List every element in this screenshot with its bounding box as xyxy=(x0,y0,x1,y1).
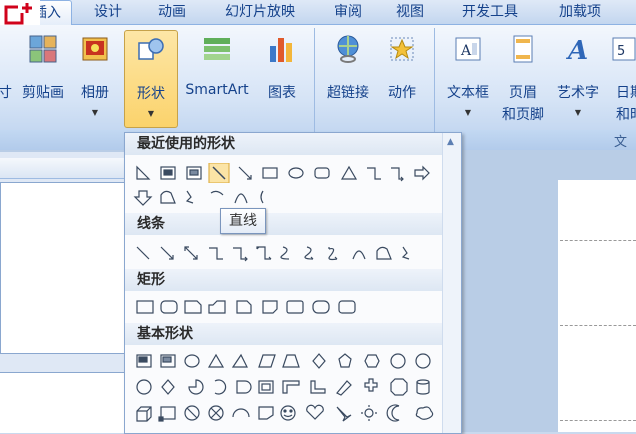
action-button[interactable]: 动作 xyxy=(380,30,424,126)
textbox-button[interactable]: A 文本框 ▼ xyxy=(440,30,496,126)
date-time-button[interactable]: 5 日期 和时 xyxy=(610,30,636,126)
header-footer-label: 页眉 xyxy=(509,85,537,101)
tab-review[interactable]: 审阅 xyxy=(324,0,372,24)
rectangle-shapes-row xyxy=(133,297,393,317)
clipart-button[interactable]: 剪贴画 xyxy=(16,30,70,126)
header-footer-button[interactable]: 页眉 和页脚 xyxy=(498,30,548,126)
line-shapes-row xyxy=(133,243,433,263)
scroll-up-icon[interactable]: ▲ xyxy=(447,137,454,147)
photo-album-button[interactable]: 相册 ▼ xyxy=(74,30,116,126)
shapes-gallery: 最近使用的形状 线条 矩形 基本形状 ▲ xyxy=(124,132,462,434)
shapes-label: 形状 xyxy=(137,86,165,102)
section-title-lines: 线条 xyxy=(125,213,449,235)
tab-addins[interactable]: 加载项 xyxy=(548,0,612,24)
chevron-down-icon: ▼ xyxy=(147,109,155,118)
svg-text:A: A xyxy=(565,36,588,64)
chart-button[interactable]: 图表 xyxy=(260,30,304,126)
placeholder-border xyxy=(560,240,636,241)
slide-thumbnail[interactable] xyxy=(0,372,126,433)
smartart-button[interactable]: SmartArt xyxy=(180,30,254,126)
shapes-icon xyxy=(136,35,166,69)
slide-thumbnail[interactable] xyxy=(0,182,128,354)
date-time-label: 日期 xyxy=(616,85,636,101)
tab-view[interactable]: 视图 xyxy=(386,0,434,24)
ribbon-separator xyxy=(434,28,435,148)
date-time-label-2: 和时 xyxy=(616,107,636,123)
action-label: 动作 xyxy=(388,85,416,101)
slides-pane-tabs[interactable] xyxy=(0,158,126,179)
star-action-icon xyxy=(387,34,417,68)
photo-album-label: 相册 xyxy=(81,85,109,101)
photo-album-icon xyxy=(80,34,110,68)
chevron-down-icon: ▼ xyxy=(574,108,582,117)
recent-shapes-row xyxy=(133,187,293,207)
svg-text:5: 5 xyxy=(617,44,625,59)
ribbon-tab-bar: 插入 设计 动画 幻灯片放映 审阅 视图 开发工具 加载项 xyxy=(0,0,636,26)
tab-animation[interactable]: 动画 xyxy=(148,0,196,24)
placeholder-border xyxy=(560,325,636,326)
section-title-rectangles: 矩形 xyxy=(125,269,449,291)
smartart-label: SmartArt xyxy=(185,82,249,98)
recent-shapes-row xyxy=(133,162,433,184)
smartart-icon xyxy=(200,34,234,68)
gallery-scrollbar[interactable]: ▲ xyxy=(442,133,461,433)
shapes-button[interactable]: 形状 ▼ xyxy=(124,30,178,128)
section-title-recent: 最近使用的形状 xyxy=(125,133,449,155)
basic-shapes-row xyxy=(133,377,443,397)
ribbon-separator xyxy=(314,28,315,148)
ribbon-group-caption: 文 xyxy=(614,135,628,150)
textbox-icon: A xyxy=(453,34,483,68)
chevron-down-icon: ▼ xyxy=(464,108,472,117)
header-footer-icon xyxy=(508,34,538,68)
globe-link-icon xyxy=(333,34,363,68)
chart-icon xyxy=(267,34,297,68)
tab-developer[interactable]: 开发工具 xyxy=(450,0,530,24)
shape-tooltip: 直线 xyxy=(220,208,266,234)
hyperlink-button[interactable]: 超链接 xyxy=(320,30,376,126)
basic-shapes-row xyxy=(133,351,443,371)
chart-label: 图表 xyxy=(268,85,296,101)
slide-canvas[interactable] xyxy=(558,180,636,432)
tab-design[interactable]: 设计 xyxy=(84,0,132,24)
wordart-icon: A xyxy=(563,34,593,68)
tab-slideshow[interactable]: 幻灯片放映 xyxy=(210,0,310,24)
chevron-down-icon: ▼ xyxy=(91,108,99,117)
calendar-icon: 5 xyxy=(611,34,636,68)
clipart-label: 剪贴画 xyxy=(22,85,64,101)
placeholder-border xyxy=(560,420,636,421)
basic-shapes-row xyxy=(133,403,443,423)
wordart-label: 艺术字 xyxy=(557,85,599,101)
wordart-button[interactable]: A 艺术字 ▼ xyxy=(550,30,606,126)
svg-text:A: A xyxy=(460,43,472,59)
clipart-icon xyxy=(28,34,58,68)
hyperlink-label: 超链接 xyxy=(327,85,369,101)
header-footer-label-2: 和页脚 xyxy=(502,107,544,123)
partial-left-button[interactable]: 寸 xyxy=(0,30,12,126)
textbox-label: 文本框 xyxy=(447,85,489,101)
section-title-basic: 基本形状 xyxy=(125,323,449,345)
